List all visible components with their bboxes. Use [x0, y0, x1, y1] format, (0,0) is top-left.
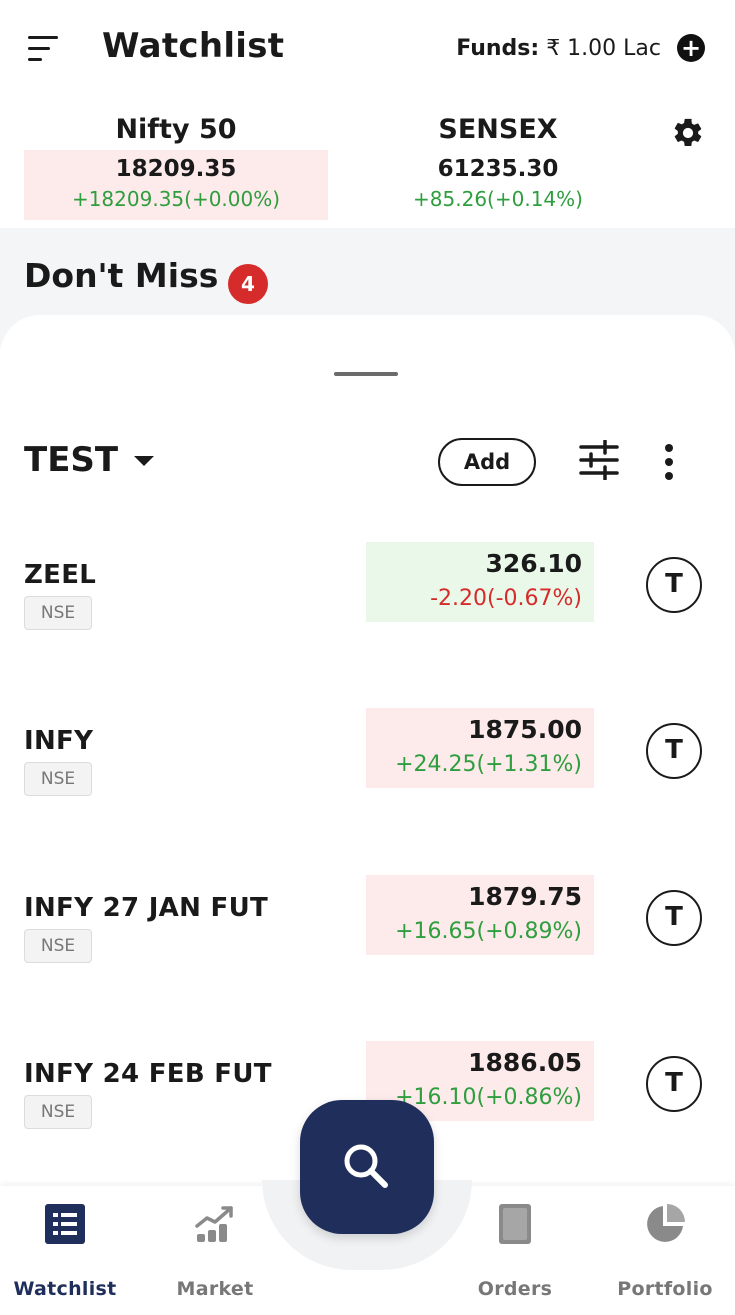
trade-button[interactable]: T	[646, 557, 702, 613]
symbol-name: INFY 24 FEB FUT	[24, 1059, 272, 1089]
chevron-down-icon[interactable]	[134, 456, 154, 466]
filter-icon[interactable]	[578, 440, 620, 480]
orders-icon	[499, 1204, 531, 1244]
nav-orders[interactable]: Orders	[450, 1202, 580, 1300]
index-name: Nifty 50	[115, 114, 237, 145]
list-item[interactable]: INFY NSE 1875.00 +24.25(+1.31%) T	[0, 708, 735, 892]
index-change: +18209.35(+0.00%)	[71, 187, 281, 211]
index-name: SENSEX	[438, 114, 558, 145]
symbol-name: INFY 27 JAN FUT	[24, 893, 269, 923]
notification-badge: 4	[228, 264, 268, 304]
watchlist-icon	[45, 1204, 85, 1244]
nav-label: Portfolio	[617, 1278, 713, 1300]
last-price: 1886.05	[468, 1048, 582, 1077]
trade-button[interactable]: T	[646, 890, 702, 946]
nav-label: Market	[176, 1278, 254, 1300]
search-button[interactable]	[300, 1100, 434, 1234]
top-bar: Watchlist Funds: ₹ 1.00 Lac +	[0, 0, 735, 100]
add-button[interactable]: Add	[438, 438, 536, 486]
exchange-badge: NSE	[24, 929, 92, 963]
nav-market[interactable]: Market	[150, 1202, 280, 1300]
market-icon	[195, 1206, 233, 1242]
exchange-badge: NSE	[24, 762, 92, 796]
price-change: -2.20(-0.67%)	[430, 586, 582, 611]
list-item[interactable]: ZEEL NSE 326.10 -2.20(-0.67%) T	[0, 542, 735, 726]
price-change: +24.25(+1.31%)	[395, 752, 582, 777]
index-change: +85.26(+0.14%)	[413, 187, 583, 211]
watchlist-selector[interactable]: TEST	[24, 440, 118, 480]
menu-icon[interactable]	[28, 36, 60, 62]
index-quote: 61235.30 +85.26(+0.14%)	[346, 150, 650, 220]
funds-value: ₹ 1.00 Lac	[546, 36, 661, 61]
quote-box: 1875.00 +24.25(+1.31%)	[366, 708, 594, 788]
index-value: 18209.35	[115, 156, 237, 182]
dont-miss-title: Don't Miss	[24, 256, 219, 295]
drag-handle[interactable]	[334, 372, 398, 376]
last-price: 1879.75	[468, 882, 582, 911]
nav-label: Orders	[477, 1278, 553, 1300]
nav-watchlist[interactable]: Watchlist	[0, 1202, 130, 1300]
quote-box: 326.10 -2.20(-0.67%)	[366, 542, 594, 622]
exchange-badge: NSE	[24, 1095, 92, 1129]
funds-label: Funds:	[456, 36, 540, 61]
nav-portfolio[interactable]: Portfolio	[600, 1202, 730, 1300]
last-price: 326.10	[485, 549, 582, 578]
quote-box: 1879.75 +16.65(+0.89%)	[366, 875, 594, 955]
index-sensex[interactable]: SENSEX 61235.30 +85.26(+0.14%)	[346, 112, 650, 220]
index-nifty[interactable]: Nifty 50 18209.35 +18209.35(+0.00%)	[24, 112, 328, 220]
index-value: 61235.30	[437, 156, 559, 182]
trade-button[interactable]: T	[646, 723, 702, 779]
page-title: Watchlist	[102, 26, 285, 66]
price-change: +16.65(+0.89%)	[395, 919, 582, 944]
search-icon	[344, 1144, 388, 1188]
gear-icon[interactable]	[671, 116, 705, 150]
index-quote: 18209.35 +18209.35(+0.00%)	[24, 150, 328, 220]
list-item[interactable]: INFY 27 JAN FUT NSE 1879.75 +16.65(+0.89…	[0, 875, 735, 1059]
add-funds-icon[interactable]: +	[677, 34, 705, 62]
exchange-badge: NSE	[24, 596, 92, 630]
more-vertical-icon[interactable]	[660, 444, 678, 480]
funds-display[interactable]: Funds: ₹ 1.00 Lac	[456, 36, 661, 61]
last-price: 1875.00	[468, 715, 582, 744]
portfolio-icon	[647, 1204, 685, 1242]
symbol-name: INFY	[24, 726, 94, 756]
nav-label: Watchlist	[13, 1278, 117, 1300]
symbol-name: ZEEL	[24, 560, 97, 590]
trade-button[interactable]: T	[646, 1056, 702, 1112]
